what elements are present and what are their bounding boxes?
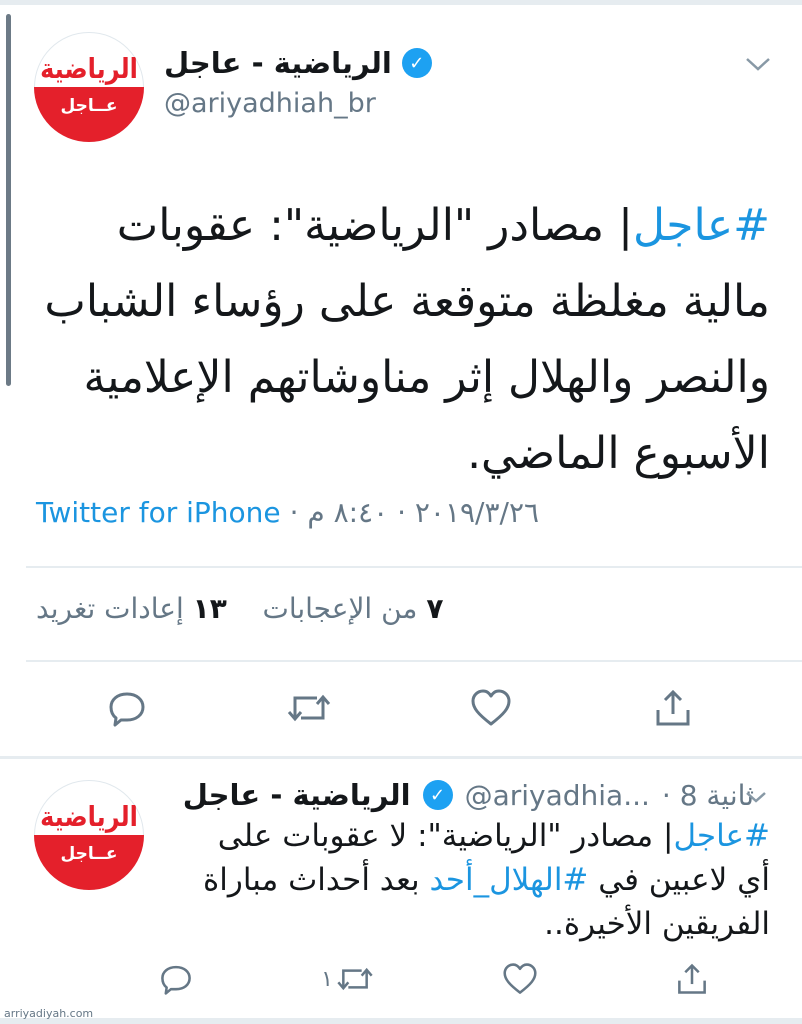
avatar-brand-text: الرياضية <box>40 52 139 86</box>
divider <box>0 756 802 759</box>
source-link[interactable]: Twitter for iPhone <box>36 496 281 529</box>
avatar-brand-text: الرياضية <box>40 800 139 834</box>
hashtag-link[interactable]: #عاجل <box>633 200 770 251</box>
reply-button[interactable] <box>36 688 218 728</box>
reply-text: #عاجل| مصادر "الرياضية": لا عقوبات على أ… <box>203 818 770 942</box>
tweet-text: #عاجل| مصادر "الرياضية": عقوبات مالية مغ… <box>30 188 770 492</box>
retweet-count: ١ <box>321 966 333 992</box>
avatar-tag-text: عــاجل <box>60 844 118 864</box>
reply-time[interactable]: · 8 ثانية <box>662 779 754 812</box>
hashtag-link[interactable]: #عاجل <box>673 818 770 854</box>
reply-actions: ١ <box>90 962 778 996</box>
tweet-actions <box>36 688 764 728</box>
divider <box>26 660 802 662</box>
reply-handle[interactable]: @ariyadhia... <box>465 779 650 812</box>
hashtag-link[interactable]: #الهلال_أحد <box>430 862 589 898</box>
timestamp[interactable]: · ٢٠١٩/٣/٢٦ · ٨:٤٠ م <box>281 496 539 529</box>
like-button[interactable] <box>400 688 582 728</box>
reply-avatar[interactable]: الرياضية عــاجل <box>34 780 144 890</box>
author-row: الرياضية - عاجل ✓ <box>164 46 432 80</box>
like-icon <box>503 963 537 994</box>
tweet-meta: Twitter for iPhone · ٢٠١٩/٣/٢٦ · ٨:٤٠ م <box>36 496 539 529</box>
share-button[interactable] <box>606 962 778 996</box>
likes-stat[interactable]: ٧ من الإعجابات <box>262 592 443 625</box>
reply-icon <box>161 965 191 995</box>
retweet-icon <box>287 694 331 722</box>
watermark: arriyadiyah.com <box>4 1007 94 1020</box>
retweet-icon <box>337 967 373 991</box>
avatar-tag-text: عــاجل <box>60 96 118 116</box>
verified-icon: ✓ <box>401 48 432 78</box>
retweet-button[interactable] <box>218 688 400 728</box>
top-border <box>0 0 802 5</box>
share-icon <box>678 963 706 994</box>
like-button[interactable] <box>434 962 606 996</box>
footer-bar <box>0 1018 802 1024</box>
thread-indicator <box>6 14 11 386</box>
divider <box>26 566 802 568</box>
retweets-stat[interactable]: ١٣ إعادات تغريد <box>36 592 227 625</box>
reply-author-name[interactable]: الرياضية - عاجل <box>183 778 411 812</box>
avatar[interactable]: الرياضية عــاجل <box>34 32 144 142</box>
tweet-stats: ٧ من الإعجابات ١٣ إعادات تغريد <box>36 592 443 625</box>
author-handle[interactable]: @ariyadhiah_br <box>164 88 376 119</box>
reply-icon <box>109 692 145 727</box>
author-name[interactable]: الرياضية - عاجل <box>164 46 392 80</box>
chevron-down-icon[interactable] <box>744 786 768 811</box>
like-icon <box>471 689 511 726</box>
reply-button[interactable] <box>90 962 262 996</box>
share-icon <box>656 689 690 726</box>
retweet-button[interactable]: ١ <box>262 962 434 996</box>
reply-author-row: الرياضية - عاجل ✓ @ariyadhia... · 8 ثاني… <box>183 778 754 812</box>
verified-icon: ✓ <box>422 780 453 810</box>
chevron-down-icon[interactable] <box>744 54 772 79</box>
share-button[interactable] <box>582 688 764 728</box>
